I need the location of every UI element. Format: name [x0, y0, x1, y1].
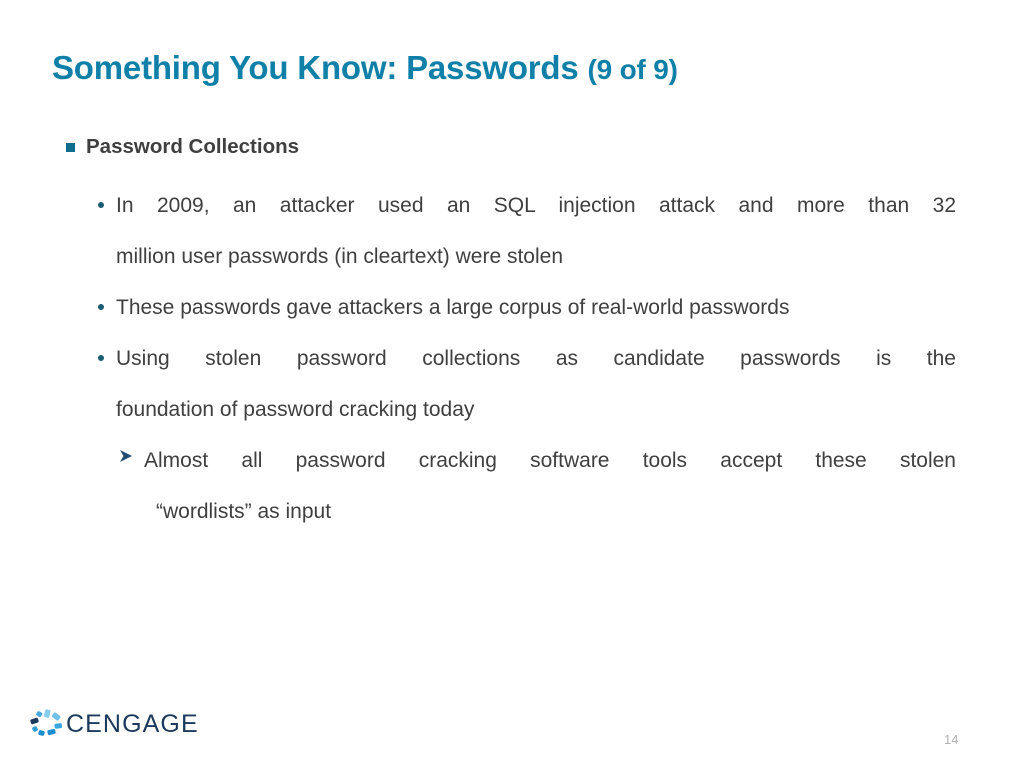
cengage-swirl-mark-icon [28, 704, 68, 744]
cengage-wordmark: CENGAGE [66, 710, 199, 738]
dot-bullet-icon [98, 202, 104, 208]
arrow-bullet-icon [118, 448, 136, 466]
bullet-level2-item-1-line-2: million user passwords (in cleartext) we… [116, 245, 563, 268]
bullet-level3-item-1-line-2: “wordlists” as input [156, 500, 332, 523]
bullet-level2-item-3-line-2: foundation of password cracking today [116, 398, 475, 421]
dot-bullet-icon [98, 304, 104, 310]
bullet-level2-item-2-line-1: These passwords gave attackers a large c… [116, 296, 790, 319]
slide-canvas: Something You Know: Passwords (9 of 9) P… [0, 0, 1024, 768]
bullet-level2-item-1: In 2009, an attacker used an SQL injecti… [56, 180, 956, 282]
page-number: 14 [944, 732, 959, 747]
slide-body: Password Collections In 2009, an attacke… [56, 132, 956, 537]
dot-bullet-icon [98, 355, 104, 361]
square-bullet-icon [66, 143, 75, 152]
cengage-logo: CENGAGE [28, 702, 208, 748]
bullet-level2-item-1-line-1: In 2009, an attacker used an SQL injecti… [116, 194, 956, 217]
bullet-level1-label: Password Collections [86, 135, 300, 158]
page-title-main: Something You Know: Passwords [52, 49, 588, 86]
bullet-level1-password-collections: Password Collections [56, 132, 956, 162]
bullet-level2-item-3: Using stolen password collections as can… [56, 333, 956, 435]
page-title-suffix: (9 of 9) [587, 54, 678, 85]
bullet-level3-item-1: Almost all password cracking software to… [56, 435, 956, 537]
bullet-level2-item-2: These passwords gave attackers a large c… [56, 282, 956, 333]
bullet-level3-item-1-line-1: Almost all password cracking software to… [144, 449, 956, 472]
page-title: Something You Know: Passwords (9 of 9) [52, 48, 952, 90]
bullet-level2-item-3-line-1: Using stolen password collections as can… [116, 347, 956, 370]
